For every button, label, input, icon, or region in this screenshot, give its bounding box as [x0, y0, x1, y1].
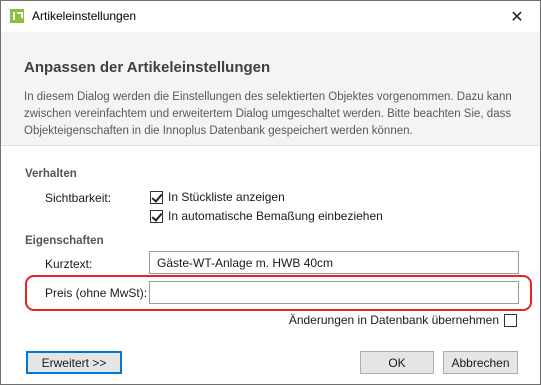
checkbox-row-bemassung[interactable]: In automatische Bemaßung einbeziehen — [150, 209, 383, 223]
kurztext-label: Kurztext: — [45, 257, 93, 271]
kurztext-input[interactable] — [149, 251, 519, 274]
dialog-header: Anpassen der Artikeleinstellungen In die… — [1, 32, 540, 146]
db-update-checkbox[interactable] — [504, 313, 517, 327]
bemassung-checkbox[interactable] — [150, 209, 163, 223]
erweitert-button[interactable]: Erweitert >> — [26, 351, 122, 374]
header-description: In diesem Dialog werden die Einstellunge… — [24, 91, 512, 137]
close-icon: ✕ — [510, 8, 524, 26]
db-update-row[interactable]: Änderungen in Datenbank übernehmen — [289, 313, 517, 327]
section-label-eigenschaften: Eigenschaften — [25, 235, 104, 247]
stueckliste-checkbox[interactable] — [150, 190, 163, 204]
bemassung-checkbox-label: In automatische Bemaßung einbeziehen — [168, 209, 383, 223]
preis-input[interactable] — [149, 281, 519, 304]
dialog-window: Artikeleinstellungen ✕ Anpassen der Arti… — [0, 0, 541, 385]
app-logo-icon — [10, 9, 24, 23]
stueckliste-checkbox-label: In Stückliste anzeigen — [168, 190, 285, 204]
db-update-label: Änderungen in Datenbank übernehmen — [288, 313, 499, 327]
ok-button[interactable]: OK — [360, 351, 434, 374]
sichtbarkeit-label: Sichtbarkeit: — [45, 191, 112, 205]
section-label-verhalten: Verhalten — [25, 168, 77, 180]
window-title: Artikeleinstellungen — [32, 9, 137, 23]
close-button[interactable]: ✕ — [494, 1, 540, 32]
title-bar: Artikeleinstellungen ✕ — [1, 1, 540, 32]
header-title: Anpassen der Artikeleinstellungen — [24, 59, 271, 76]
preis-label: Preis (ohne MwSt): — [45, 286, 148, 300]
checkbox-row-stueckliste[interactable]: In Stückliste anzeigen — [150, 190, 285, 204]
abbrechen-button[interactable]: Abbrechen — [443, 351, 518, 374]
